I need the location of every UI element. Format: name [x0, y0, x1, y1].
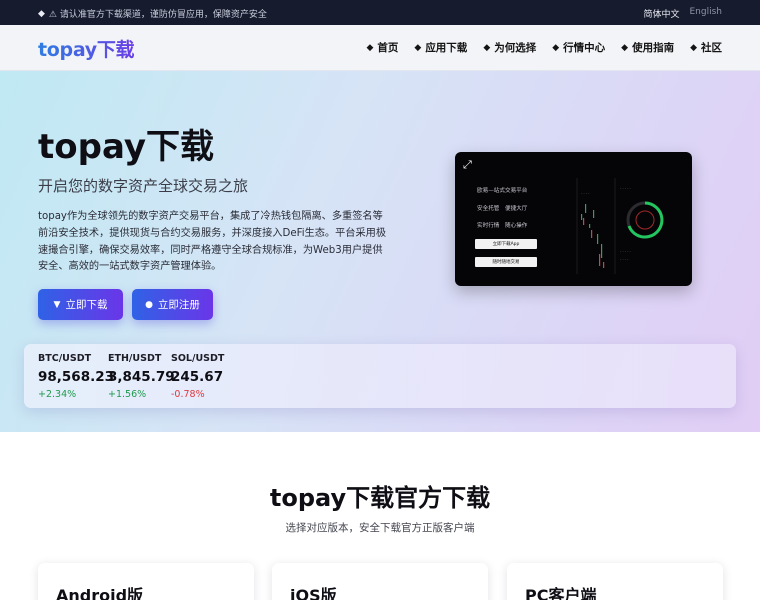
mockup-line-1: 欧易—站式交易平台 — [477, 188, 528, 194]
card-title: iOS版 — [290, 586, 337, 600]
nav-item-guide[interactable]: ◆ 使用指南 — [621, 40, 674, 55]
mockup-download-button: 立即下载App — [475, 239, 537, 249]
diamond-icon: ◆ — [38, 8, 45, 19]
hero-description: topay作为全球领先的数字资产交易平台，集成了冷热钱包隔离、多重签名等前沿安全… — [38, 211, 387, 273]
mockup-chart-graphic: - - - - - - - - - - - - - - - - - - — [576, 178, 664, 274]
security-notice: ◆ ⚠ 请认准官方下载渠道，谨防仿冒应用，保障资产安全 — [38, 7, 267, 21]
language-switcher: 简体中文 English — [643, 7, 722, 20]
hero-section: topay下载 开启您的数字资产全球交易之旅 topay作为全球领先的数字资产交… — [0, 71, 760, 432]
nav-item-label: 行情中心 — [563, 42, 606, 54]
ticker-price: 245.67 — [171, 369, 224, 385]
ticker-change: -0.78% — [171, 389, 205, 400]
lang-en-link[interactable]: English — [690, 7, 723, 20]
nav-item-market[interactable]: ◆ 行情中心 — [552, 40, 605, 55]
card-title: Android版 — [56, 586, 144, 600]
nav-item-why-choose[interactable]: ◆ 为何选择 — [483, 40, 536, 55]
svg-text:- - - -: - - - - — [620, 257, 629, 261]
download-section-title: topay下载官方下载 — [269, 484, 491, 512]
hero-subtitle: 开启您的数字资产全球交易之旅 — [38, 177, 249, 195]
site-header: topay下载 ◆ 首页 ◆ 应用下载 ◆ 为何选择 ◆ 行情中心 ◆ 使用指南… — [0, 25, 760, 71]
download-card-android[interactable]: Android版 — [38, 563, 254, 600]
diamond-icon: ◆ — [414, 42, 422, 53]
ticker-pair: ETH/USDT — [108, 353, 162, 364]
dot-icon: ● — [145, 299, 153, 310]
diamond-icon: ◆ — [483, 42, 491, 53]
nav-item-label: 首页 — [377, 42, 399, 54]
nav-item-community[interactable]: ◆ 社区 — [690, 40, 722, 55]
mockup-trade-button: 随时随地交易 — [475, 257, 537, 267]
ticker-change: +1.56% — [108, 389, 147, 400]
download-card-pc[interactable]: PC客户端 — [507, 563, 723, 600]
nav-item-home[interactable]: ◆ 首页 — [366, 40, 398, 55]
expand-icon[interactable]: ⤢ — [463, 158, 472, 172]
svg-text:- - - - -: - - - - - — [620, 186, 632, 190]
svg-text:- - - - -: - - - - - — [620, 249, 632, 253]
diamond-icon: ◆ — [366, 42, 374, 53]
ticker-pair: BTC/USDT — [38, 353, 92, 364]
register-now-label: 立即注册 — [157, 299, 200, 311]
mockup-line-2: 安全托管 便捷大厅 — [477, 206, 528, 212]
nav-item-app-download[interactable]: ◆ 应用下载 — [414, 40, 467, 55]
download-now-button[interactable]: ▼ 立即下载 — [38, 289, 123, 320]
download-now-label: 立即下载 — [65, 299, 108, 311]
market-ticker-card: BTC/USDT 98,568.23 +2.34% ETH/USDT 3,845… — [24, 344, 736, 408]
diamond-icon: ◆ — [690, 42, 697, 53]
diamond-icon: ◆ — [552, 42, 560, 53]
main-nav: ◆ 首页 ◆ 应用下载 ◆ 为何选择 ◆ 行情中心 ◆ 使用指南 ◆ 社区 — [366, 40, 722, 55]
nav-item-label: 社区 — [701, 42, 722, 54]
register-now-button[interactable]: ● 立即注册 — [132, 289, 213, 320]
nav-item-label: 应用下载 — [425, 42, 468, 54]
mockup-line-3: 实时行情 随心操作 — [477, 223, 528, 229]
app-preview-mockup: ⤢ 欧易—站式交易平台 安全托管 便捷大厅 实时行情 随心操作 立即下载App … — [455, 152, 692, 286]
download-section-subtitle: 选择对应版本，安全下载官方正版客户端 — [285, 522, 475, 534]
ticker-item-eth[interactable]: ETH/USDT 3,845.79 +1.56% — [108, 353, 175, 400]
svg-text:- - - -: - - - - — [581, 191, 590, 195]
download-card-ios[interactable]: iOS版 — [272, 563, 488, 600]
site-logo[interactable]: topay下载 — [38, 35, 135, 62]
top-notice-bar: ◆ ⚠ 请认准官方下载渠道，谨防仿冒应用，保障资产安全 简体中文 English — [0, 0, 760, 25]
hero-title: topay下载 — [38, 127, 215, 167]
nav-item-label: 为何选择 — [494, 42, 537, 54]
ticker-price: 3,845.79 — [108, 369, 175, 385]
lang-zh-link[interactable]: 简体中文 — [643, 7, 679, 20]
ticker-item-sol[interactable]: SOL/USDT 245.67 -0.78% — [171, 353, 224, 400]
download-arrow-icon: ▼ — [53, 299, 61, 310]
ticker-change: +2.34% — [38, 389, 77, 400]
diamond-icon: ◆ — [621, 42, 629, 53]
card-title: PC客户端 — [525, 586, 597, 600]
security-notice-text: ⚠ 请认准官方下载渠道，谨防仿冒应用，保障资产安全 — [48, 10, 267, 20]
nav-item-label: 使用指南 — [632, 42, 675, 54]
ticker-price: 98,568.23 — [38, 369, 115, 385]
ticker-pair: SOL/USDT — [171, 353, 225, 364]
ticker-item-btc[interactable]: BTC/USDT 98,568.23 +2.34% — [38, 353, 114, 400]
